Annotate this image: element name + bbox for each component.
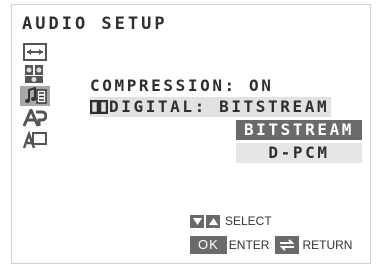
enter-return-hint: OK ENTER RETURN xyxy=(190,236,352,254)
setup-menu-icons xyxy=(20,42,50,152)
return-icon xyxy=(275,236,300,254)
select-hint: SELECT xyxy=(190,214,272,228)
option-dpcm[interactable]: D-PCM xyxy=(236,143,362,163)
return-hint-label: RETURN xyxy=(302,238,353,252)
arrow-down-icon xyxy=(190,214,204,228)
digital-output-label: DIGITAL: BITSTREAM xyxy=(109,97,330,116)
audio-setup-icon[interactable] xyxy=(20,86,50,106)
ok-key-label: OK xyxy=(190,236,227,254)
select-hint-label: SELECT xyxy=(225,214,272,228)
dolby-digital-icon xyxy=(90,100,108,114)
arrow-up-icon xyxy=(206,214,220,228)
video-setup-icon[interactable] xyxy=(22,130,48,150)
compression-setting-label: COMPRESSION: ON xyxy=(90,76,274,95)
general-setup-icon[interactable] xyxy=(22,42,48,62)
enter-hint-label: ENTER xyxy=(228,238,270,252)
digital-output-setting[interactable]: DIGITAL: BITSTREAM xyxy=(90,97,332,117)
speaker-setup-icon[interactable] xyxy=(22,64,48,84)
option-bitstream[interactable]: BITSTREAM xyxy=(236,120,362,140)
compression-setting[interactable]: COMPRESSION: ON xyxy=(90,76,274,96)
page-title: AUDIO SETUP xyxy=(22,14,168,34)
preference-setup-icon[interactable] xyxy=(22,108,48,128)
